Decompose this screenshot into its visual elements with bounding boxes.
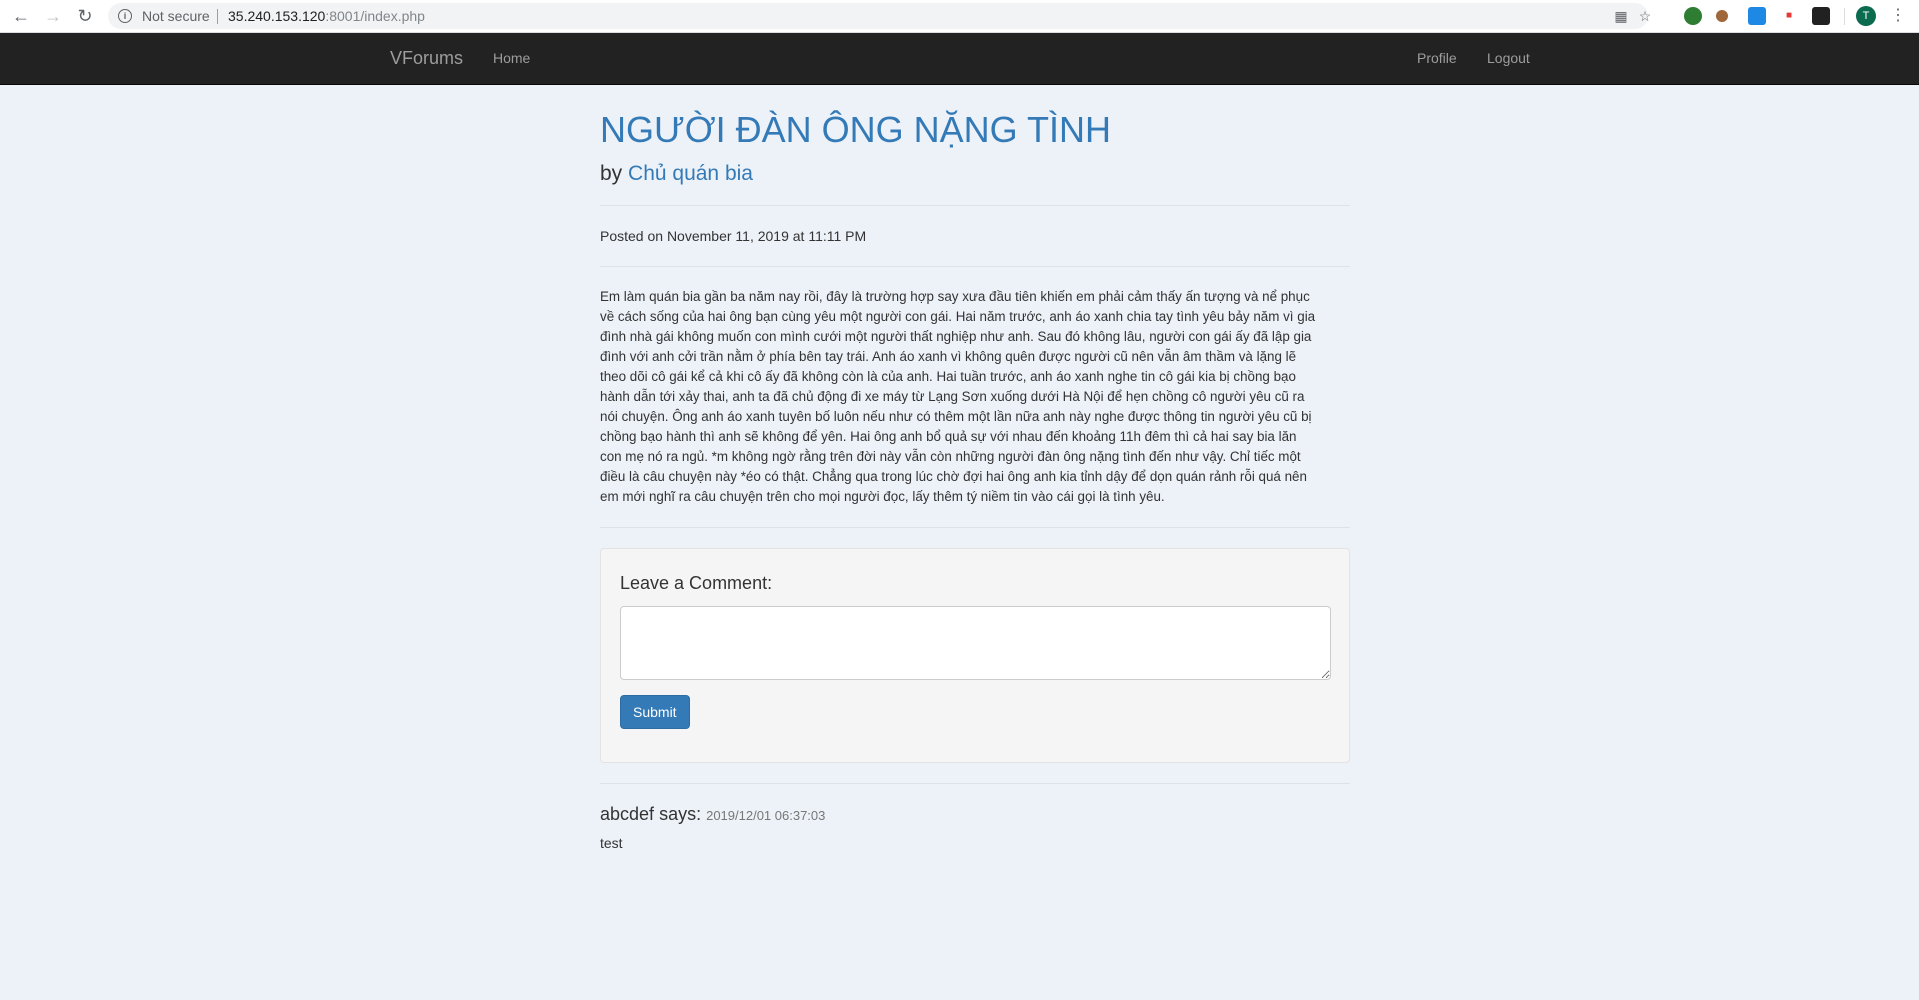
extension-cookie-icon[interactable] <box>1716 10 1728 22</box>
submit-button[interactable]: Submit <box>620 694 690 729</box>
extension-shield-icon[interactable] <box>1748 7 1766 25</box>
post-body-line: đình nhà gái không muốn con mình cưới mộ… <box>600 328 1312 344</box>
byline-prefix: by <box>600 161 623 185</box>
divider <box>600 265 1350 267</box>
info-icon[interactable]: i <box>118 9 132 23</box>
comment-says: says: <box>659 803 702 824</box>
post-byline: by Chủ quán bia <box>600 162 1350 185</box>
comment-timestamp: 2019/12/01 06:37:03 <box>706 807 826 823</box>
extension-puzzle-icon[interactable] <box>1812 7 1830 25</box>
toolbar-divider <box>1844 8 1845 25</box>
profile-avatar[interactable]: T <box>1856 6 1876 26</box>
post-body-line: nói chuyện. Ông anh áo xanh tuyên bố luô… <box>600 408 1312 424</box>
address-bar[interactable]: i Not secure 35.240.153.120:8001/index.p… <box>108 3 1651 29</box>
translate-icon[interactable]: ▦ <box>1612 7 1630 25</box>
post-body-line: hành dẫn tới xảy thai, anh ta đã chủ độn… <box>600 388 1305 404</box>
post-body-line: đình với anh cởi trần nằm ở phía bên tay… <box>600 348 1297 364</box>
divider <box>600 782 1350 784</box>
post-title: NGƯỜI ĐÀN ÔNG NẶNG TÌNH <box>600 109 1111 150</box>
post-body-line: điều là câu chuyện này *éo có thật. Chẳn… <box>600 468 1307 484</box>
post-date: Posted on November 11, 2019 at 11:11 PM <box>600 227 867 244</box>
browser-menu-icon[interactable]: ⋮ <box>1890 5 1906 27</box>
nav-profile-link[interactable]: Profile <box>1417 50 1457 66</box>
not-secure-label[interactable]: Not secure <box>142 8 210 24</box>
forward-arrow-icon[interactable]: → <box>42 5 64 27</box>
post-body-line: em mới nghĩ ra câu chuyện trên cho mọi n… <box>600 488 1165 504</box>
author-link[interactable]: Chủ quán bia <box>628 162 753 185</box>
post-body-line: con mẹ nó ra ngủ. *m không ngờ rằng trên… <box>600 448 1301 464</box>
bookmark-star-icon[interactable]: ☆ <box>1636 7 1654 25</box>
comment-form: Leave a Comment: Submit <box>600 547 1350 763</box>
url-path: :8001/index.php <box>325 8 425 24</box>
reload-icon[interactable]: ↻ <box>74 5 96 27</box>
extension-globe-icon[interactable] <box>1684 7 1702 25</box>
brand-link[interactable]: VForums <box>390 48 463 69</box>
address-divider <box>217 9 218 24</box>
post-body: Em làm quán bia gần ba năm nay rồi, đây … <box>600 287 1350 507</box>
comment-author: abcdef <box>600 803 655 824</box>
comment-textarea[interactable] <box>620 605 1331 680</box>
divider <box>600 526 1350 528</box>
back-arrow-icon[interactable]: ← <box>10 5 32 27</box>
comment: abcdef says: 2019/12/01 06:37:03 test <box>600 804 1350 851</box>
nav-logout-link[interactable]: Logout <box>1487 50 1530 66</box>
post-body-line: chồng bạo hành thì anh sẽ không để yên. … <box>600 428 1297 444</box>
comment-header: abcdef says: 2019/12/01 06:37:03 <box>600 804 1350 825</box>
url-text[interactable]: 35.240.153.120:8001/index.php <box>228 8 425 24</box>
comment-text: test <box>600 834 623 851</box>
browser-toolbar: ← → ↻ i Not secure 35.240.153.120:8001/i… <box>0 0 1919 33</box>
divider <box>600 204 1350 206</box>
extension-colors-icon[interactable]: ■ <box>1780 7 1798 25</box>
url-host: 35.240.153.120 <box>228 8 326 24</box>
post-body-line: về cách sống của hai ông bạn cùng yêu mộ… <box>600 308 1316 324</box>
post-body-line: Em làm quán bia gần ba năm nay rồi, đây … <box>600 288 1310 304</box>
post-body-line: theo dõi cô gái kể cả khi cô ấy đã không… <box>600 368 1296 384</box>
site-navbar: VForums Home Profile Logout <box>0 33 1919 85</box>
comment-form-heading: Leave a Comment: <box>620 572 773 593</box>
post-container: NGƯỜI ĐÀN ÔNG NẶNG TÌNH by Chủ quán bia … <box>600 85 1350 851</box>
nav-home-link[interactable]: Home <box>493 50 530 66</box>
